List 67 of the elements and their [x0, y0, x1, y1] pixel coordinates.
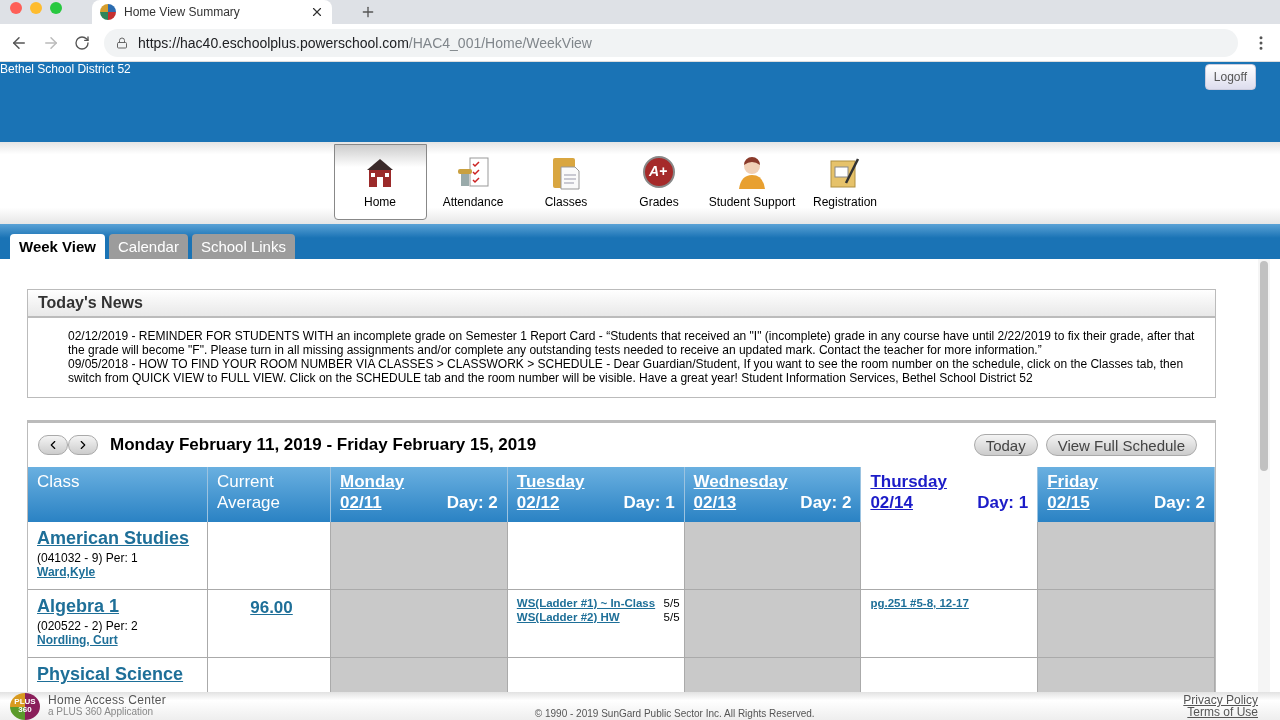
- date-link[interactable]: 02/12: [516, 492, 624, 513]
- nav-item[interactable]: Home: [333, 144, 427, 220]
- nav-label: Registration: [813, 195, 877, 209]
- teacher-link[interactable]: Nordling, Curt: [37, 633, 203, 647]
- day-number: Day: 2: [446, 492, 498, 513]
- nav-label: Classes: [544, 195, 588, 209]
- grade-badge-icon: [642, 155, 676, 191]
- date-link[interactable]: 02/11: [340, 492, 447, 513]
- nav-label: Attendance: [442, 195, 504, 209]
- nav-item[interactable]: Classes: [519, 142, 613, 222]
- new-tab-icon[interactable]: [360, 4, 376, 20]
- class-code: (020522 - 2) Per: 2: [37, 619, 139, 633]
- week-range: Monday February 11, 2019 - Friday February 15, 2019: [110, 435, 538, 455]
- lock-icon: [116, 36, 128, 49]
- next-week-button[interactable]: [68, 435, 98, 455]
- logo-alt-text: Bethel School District 52: [0, 62, 131, 76]
- column-header: Class: [28, 467, 208, 522]
- logoff-button[interactable]: Logoff: [1204, 64, 1256, 90]
- footer-link[interactable]: Terms of Use: [1183, 706, 1258, 718]
- grade-badge-text: A+: [649, 163, 668, 179]
- day-number: Day: 1: [977, 492, 1029, 513]
- url-path: /HAC4_001/Home/WeekView: [408, 34, 592, 51]
- date-link[interactable]: 02/15: [1047, 492, 1154, 513]
- schedule-button[interactable]: View Full Schedule: [1045, 434, 1197, 456]
- nav-item[interactable]: A+ Grades: [612, 142, 706, 222]
- assignment-score: 5/5: [663, 610, 680, 624]
- column-header: Current Average: [208, 467, 331, 522]
- app-name: Home Access Center: [48, 694, 167, 706]
- day-number: Day: 2: [800, 492, 852, 513]
- browser-tab[interactable]: Home View Summary: [92, 0, 332, 24]
- assignment-link[interactable]: WS(Ladder #1) ~ In-Class: [516, 596, 656, 610]
- nav-label: Student Support: [708, 195, 796, 209]
- reload-icon[interactable]: [74, 34, 90, 51]
- favicon-icon: [100, 4, 116, 20]
- day-number: Day: 1: [623, 492, 675, 513]
- assignment-link[interactable]: WS(Ladder #2) HW: [516, 610, 620, 624]
- nav-item[interactable]: Registration: [798, 142, 892, 222]
- nav-item[interactable]: Attendance: [426, 142, 520, 222]
- nav-item[interactable]: Student Support: [705, 142, 799, 222]
- plus-360-logo: PLUS 360: [10, 692, 40, 720]
- previous-week-button[interactable]: [38, 435, 68, 455]
- assignment-score: 5/5: [663, 596, 680, 610]
- day-number: Day: 2: [1153, 492, 1205, 513]
- address-field[interactable]: https://hac40.eschoolplus.powerschool.com/HAC4_001/Home/WeekView: [104, 28, 1238, 57]
- nav-label: Grades: [639, 195, 679, 209]
- tab[interactable]: Week View: [10, 234, 105, 259]
- class-link[interactable]: American Studies: [37, 528, 203, 549]
- schedule-button[interactable]: Today: [973, 434, 1038, 456]
- app-subtitle: a PLUS 360 Application: [48, 706, 155, 718]
- class-link[interactable]: Physical Science: [37, 664, 203, 685]
- class-code: (041032 - 9) Per: 1: [37, 551, 139, 565]
- teacher-link[interactable]: Ward,Kyle: [37, 565, 203, 579]
- scrollbar[interactable]: [1258, 259, 1270, 692]
- day-link[interactable]: Thursday: [870, 471, 978, 492]
- close-icon[interactable]: [310, 5, 324, 19]
- copyright-text: © 1990 - 2019 SunGard Public Sector Inc. All Rights Reserved.: [533, 708, 816, 720]
- url-host: https://hac40.eschoolplus.powerschool.com: [138, 34, 409, 51]
- nav-label: Home: [364, 195, 396, 209]
- date-link[interactable]: 02/14: [870, 492, 978, 513]
- news-item: 09/05/2018 - HOW TO FIND YOUR ROOM NUMBER VIA CLASSES > CLASSWORK > SCHEDULE - Dear Guardian/Student, If you want to see the room number on the schedule, click on the Classes tab, then switch from QUICK VIEW to FULL VIEW. Click on the SCHEDULE tab and the room number will be visible. Have a great year! Student Information Services, Bethel School District 52: [68, 357, 1185, 385]
- news-item: 02/12/2019 - REMINDER FOR STUDENTS WITH an incomplete grade on Semester 1 Report Card - “Students that received an "I" (incomplete) grade in any course have until 2/22/2019 to fix their grade, after that the grade will become "F". Please turn in all missing assignments and/or complete any outstanding tests needed to receive an updated mark. Contact the teacher for more information.”: [68, 329, 1196, 357]
- average-link[interactable]: 96.00: [217, 596, 326, 618]
- footer-link[interactable]: Privacy Policy: [1183, 694, 1258, 706]
- assignment-link[interactable]: pg.251 #5-8, 12-17: [870, 596, 969, 610]
- tab-title: Home View Summary: [124, 5, 241, 19]
- class-link[interactable]: Algebra 1: [37, 596, 203, 617]
- date-link[interactable]: 02/13: [693, 492, 801, 513]
